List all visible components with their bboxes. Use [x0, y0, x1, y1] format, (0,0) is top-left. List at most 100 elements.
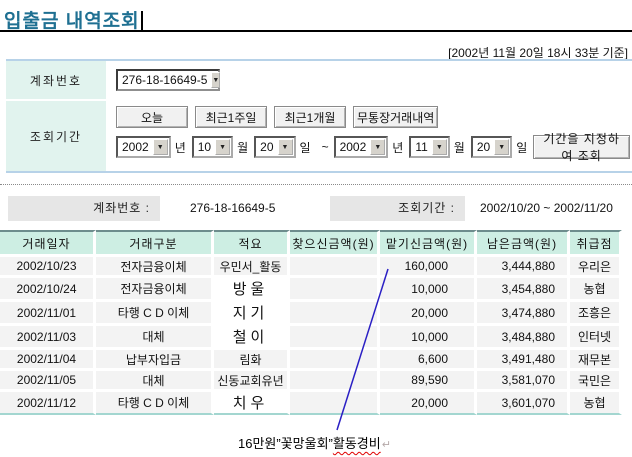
year-unit: 년 — [175, 139, 186, 156]
annotation-text-underlined: 활동경비 — [333, 436, 381, 451]
cell-deposit: 6,600 — [380, 347, 477, 368]
cell-type: 납부자입금 — [96, 347, 214, 368]
cell-desc: 신동교회유년 — [214, 368, 290, 389]
tilde-separator: ~ — [322, 140, 329, 154]
cell-balance: 3,444,880 — [477, 254, 570, 275]
cell-branch: 조흥은 — [570, 299, 622, 323]
header-date: 거래일자 — [0, 230, 96, 254]
account-select[interactable]: 276-18-16649-5 ▼ — [116, 69, 220, 91]
cell-date: 2002/11/04 — [0, 347, 96, 368]
search-by-period-button[interactable]: 기간을 지정하여 조회 — [533, 135, 630, 159]
cell-type: 전자금융이체 — [96, 254, 214, 275]
table-row: 2002/10/23 전자금융이체 우민서_활동 160,000 3,444,8… — [0, 254, 622, 275]
chevron-down-icon[interactable]: ▼ — [432, 139, 447, 155]
from-year-value: 2002 — [118, 140, 153, 154]
cell-type: 타행 C D 이체 — [96, 299, 214, 323]
from-year-select[interactable]: 2002 ▼ — [116, 136, 171, 158]
last-month-button[interactable]: 최근1개월 — [274, 106, 346, 128]
header-branch: 취급점 — [570, 230, 622, 254]
cell-date: 2002/11/03 — [0, 323, 96, 347]
last-week-button[interactable]: 최근1주일 — [195, 106, 267, 128]
annotation-caption: 16만원”꽃망울회”활동경비↵ — [238, 433, 391, 452]
day-unit: 일 — [300, 139, 311, 156]
annotation-text: 16만원”꽃망울회” — [238, 436, 333, 451]
from-month-value: 10 — [194, 140, 215, 154]
title-cursor-bar — [141, 11, 143, 30]
cell-deposit: 20,000 — [380, 389, 477, 415]
month-unit: 월 — [237, 139, 248, 156]
to-month-select[interactable]: 11 ▼ — [409, 136, 449, 158]
transaction-table: 거래일자 거래구분 적요 찾으신금액(원) 맡기신금액(원) 남은금액(원) 취… — [0, 230, 622, 415]
period-row: 조회기간 오늘 최근1주일 최근1개월 무통장거래내역 2002 ▼ 년 10 … — [6, 101, 632, 171]
title-underline — [0, 30, 632, 32]
bankbookless-button[interactable]: 무통장거래내역 — [353, 106, 438, 128]
table-row: 2002/11/12 타행 C D 이체 치우 20,000 3,601,070… — [0, 389, 622, 415]
cell-balance: 3,491,480 — [477, 347, 570, 368]
cell-type: 전자금융이체 — [96, 275, 214, 299]
cell-withdraw — [290, 323, 380, 347]
from-day-select[interactable]: 20 ▼ — [254, 136, 295, 158]
cell-date: 2002/11/05 — [0, 368, 96, 389]
cell-balance: 3,601,070 — [477, 389, 570, 415]
cell-withdraw — [290, 254, 380, 275]
search-form: 계좌번호 276-18-16649-5 ▼ 조회기간 오늘 최근1주일 최근1개… — [6, 59, 632, 173]
cell-deposit: 10,000 — [380, 323, 477, 347]
year-unit: 년 — [392, 139, 403, 156]
cell-branch: 인터넷 — [570, 323, 622, 347]
chevron-down-icon[interactable]: ▼ — [153, 139, 168, 155]
cell-desc: 림화 — [214, 347, 290, 368]
summary-period-label: 조회기간 : — [330, 196, 465, 221]
cell-deposit: 89,590 — [380, 368, 477, 389]
header-balance: 남은금액(원) — [477, 230, 570, 254]
today-button[interactable]: 오늘 — [116, 106, 188, 128]
cell-deposit: 20,000 — [380, 299, 477, 323]
header-type: 거래구분 — [96, 230, 214, 254]
table-header-row: 거래일자 거래구분 적요 찾으신금액(원) 맡기신금액(원) 남은금액(원) 취… — [0, 230, 622, 254]
cell-desc: 철이 — [214, 323, 290, 347]
cell-balance: 3,484,880 — [477, 323, 570, 347]
to-month-value: 11 — [411, 140, 431, 154]
quick-buttons: 오늘 최근1주일 최근1개월 무통장거래내역 — [116, 106, 632, 128]
header-deposit: 맡기신금액(원) — [380, 230, 477, 254]
cell-type: 타행 C D 이체 — [96, 389, 214, 415]
return-mark-icon: ↵ — [382, 439, 391, 451]
cell-withdraw — [290, 368, 380, 389]
table-row: 2002/11/03 대체 철이 10,000 3,484,880 인터넷 — [0, 323, 622, 347]
table-row: 2002/11/01 타행 C D 이체 지기 20,000 3,474,880… — [0, 299, 622, 323]
chevron-down-icon[interactable]: ▼ — [278, 139, 293, 155]
cell-withdraw — [290, 275, 380, 299]
summary-account-value: 276-18-16649-5 — [190, 196, 275, 221]
table-row: 2002/11/05 대체 신동교회유년 89,590 3,581,070 국민… — [0, 368, 622, 389]
cell-branch: 재무본 — [570, 347, 622, 368]
cell-desc: 지기 — [214, 299, 290, 323]
to-day-select[interactable]: 20 ▼ — [471, 136, 512, 158]
cell-balance: 3,581,070 — [477, 368, 570, 389]
cell-desc: 치우 — [214, 389, 290, 415]
to-year-value: 2002 — [336, 140, 371, 154]
from-month-select[interactable]: 10 ▼ — [192, 136, 233, 158]
chevron-down-icon[interactable]: ▼ — [370, 139, 385, 155]
cell-withdraw — [290, 389, 380, 415]
summary-account-label: 계좌번호 : — [8, 196, 160, 221]
page-title: 입출금 내역조회 — [4, 6, 140, 33]
table-row: 2002/11/04 납부자입금 림화 6,600 3,491,480 재무본 — [0, 347, 622, 368]
from-day-value: 20 — [256, 140, 277, 154]
chevron-down-icon[interactable]: ▼ — [494, 139, 509, 155]
table-row: 2002/10/24 전자금융이체 방울 10,000 3,454,880 농협 — [0, 275, 622, 299]
month-unit: 월 — [454, 139, 465, 156]
result-summary: 계좌번호 : 276-18-16649-5 조회기간 : 2002/10/20 … — [0, 196, 632, 221]
cell-type: 대체 — [96, 323, 214, 347]
cell-desc: 방울 — [214, 275, 290, 299]
cell-withdraw — [290, 347, 380, 368]
cell-deposit: 10,000 — [380, 275, 477, 299]
day-unit: 일 — [516, 139, 527, 156]
cell-type: 대체 — [96, 368, 214, 389]
chevron-down-icon[interactable]: ▼ — [211, 72, 220, 88]
to-year-select[interactable]: 2002 ▼ — [334, 136, 389, 158]
date-range-row: 2002 ▼ 년 10 ▼ 월 20 ▼ 일 ~ 2002 ▼ — [116, 135, 632, 159]
to-day-value: 20 — [473, 140, 494, 154]
cell-balance: 3,474,880 — [477, 299, 570, 323]
chevron-down-icon[interactable]: ▼ — [215, 139, 230, 155]
cell-branch: 국민은 — [570, 368, 622, 389]
header-withdraw: 찾으신금액(원) — [290, 230, 380, 254]
